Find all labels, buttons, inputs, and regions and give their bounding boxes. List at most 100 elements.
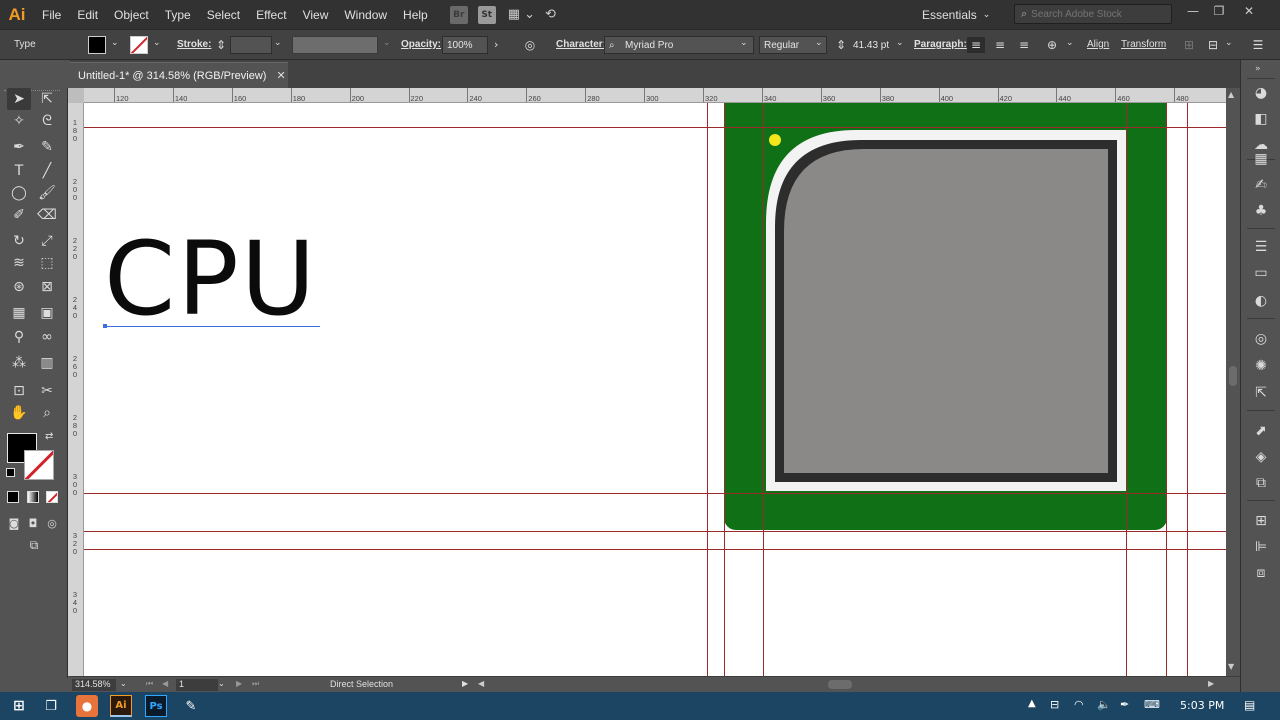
network-icon[interactable]: ⊟ [1050,698,1059,711]
free-transform-tool-icon[interactable]: ⬚ [35,252,59,274]
curvature-tool-icon[interactable]: ✎ [35,136,59,158]
stroke-label[interactable]: Stroke: [177,39,211,50]
vertical-scroll-thumb[interactable] [1229,366,1237,386]
photoshop-taskbar-icon[interactable]: Ps [145,695,167,717]
direct-selection-tool-icon[interactable]: ⇱ [35,88,59,110]
minimize-button[interactable]: — [1182,3,1204,19]
chevron-down-icon[interactable]: ⌄ [740,38,748,48]
menu-window[interactable]: Window [336,0,395,29]
brushes-panel-icon[interactable]: ✍ [1251,176,1271,194]
restore-button[interactable]: ❐ [1208,3,1230,19]
transparency-panel-icon[interactable]: ◐ [1251,292,1271,310]
isolate-icon[interactable]: ⊞ [1180,37,1198,53]
slice-tool-icon[interactable]: ✂ [35,380,59,402]
column-graph-tool-icon[interactable]: ▥ [35,352,59,374]
guide-vertical[interactable] [1126,103,1127,676]
mesh-tool-icon[interactable]: ▦ [7,302,31,324]
color-guide-panel-icon[interactable]: ◧ [1251,110,1271,128]
gradient-panel-icon[interactable]: ▭ [1251,264,1271,282]
workspace-switcher[interactable]: Essentials ⌄ [922,5,990,24]
chevron-down-icon[interactable]: ⌄ [153,38,161,48]
hand-tool-icon[interactable]: ✋ [7,402,31,424]
chevron-down-icon[interactable]: ⌄ [120,679,127,688]
chevron-down-icon[interactable]: ⌄ [111,38,119,48]
symbols-panel-icon[interactable]: ♣ [1251,202,1271,220]
font-size-stepper-icon[interactable]: ⇕ [832,37,850,53]
line-segment-tool-icon[interactable]: ╱ [35,160,59,182]
guide-vertical[interactable] [724,103,725,676]
selection-tool-icon[interactable]: ➤ [7,88,31,110]
next-artboard-icon[interactable]: ▶ [236,679,242,688]
variable-width-profile[interactable] [292,36,378,54]
stroke-weight-field[interactable] [230,36,272,54]
chevron-down-icon[interactable]: ⌄ [218,679,225,688]
fill-swatch[interactable] [88,36,106,54]
stroke-swatch[interactable] [130,36,148,54]
opacity-field[interactable]: 100% [442,36,488,54]
gradient-mode-icon[interactable] [27,491,39,503]
symbol-sprayer-tool-icon[interactable]: ⁂ [7,352,31,374]
lasso-tool-icon[interactable]: ᘓ [35,110,59,132]
chevron-down-icon[interactable]: ⌄ [1066,38,1074,48]
menu-help[interactable]: Help [395,0,436,29]
chevron-down-icon[interactable]: ⌄ [383,38,391,48]
stroke-panel-icon[interactable]: ☰ [1251,238,1271,256]
previous-artboard-icon[interactable]: ◀ [162,679,168,688]
stock-search-input[interactable] [1031,8,1162,20]
shape-builder-tool-icon[interactable]: ⊛ [7,276,31,298]
vertical-ruler[interactable]: 180 200 220 240 260 280 300 320 340 [68,103,84,676]
align-left-icon[interactable]: ≡ [967,37,985,53]
default-colors-icon[interactable] [6,468,15,477]
task-view-icon[interactable]: ❐ [40,695,62,717]
rotate-tool-icon[interactable]: ↻ [7,230,31,252]
stock-search[interactable]: ⌕ [1014,4,1172,24]
menu-effect[interactable]: Effect [248,0,294,29]
panel-menu-icon[interactable]: ☰ [1249,37,1267,53]
horizontal-ruler[interactable]: 120 140 160 180 200 220 240 260 280 300 320 340 360 3… [84,88,1226,103]
ruler-origin[interactable] [68,88,84,103]
draw-behind-icon[interactable]: ◘ [23,512,43,534]
first-artboard-icon[interactable]: ⏮ [146,679,153,689]
pin-one-marker[interactable] [769,134,781,146]
dock-collapse-icon[interactable]: » [1255,64,1261,74]
chevron-down-icon[interactable]: ⌄ [896,38,904,48]
gpu-performance-icon[interactable]: ⟲ [545,7,556,22]
scroll-left-icon[interactable]: ◀ [478,679,484,688]
eraser-tool-icon[interactable]: ⌫ [35,204,59,226]
transform-panel-link[interactable]: Transform [1121,39,1166,50]
stroke-stepper-icon[interactable]: ⇕ [212,37,230,53]
artboards-panel-icon[interactable]: ⧉ [1251,474,1271,492]
graphic-styles-panel-icon[interactable]: ✺ [1251,357,1271,375]
align-panel-link[interactable]: Align [1087,39,1109,50]
artboard-canvas[interactable]: CPU [84,103,1226,676]
notifications-icon[interactable]: ▤ [1244,698,1255,712]
chevron-down-icon[interactable]: ⌄ [274,38,282,48]
horizontal-scroll-thumb[interactable] [828,680,852,689]
firefox-taskbar-icon[interactable]: ● [76,695,98,717]
guide-vertical[interactable] [707,103,708,676]
artboard-tool-icon[interactable]: ⊡ [7,380,31,402]
swap-fill-stroke-icon[interactable]: ⇄ [45,431,53,442]
close-window-button[interactable]: ✕ [1238,3,1260,19]
illustrator-taskbar-icon[interactable]: Ai [110,695,132,717]
menu-object[interactable]: Object [106,0,157,29]
eyedropper-tool-icon[interactable]: ⚲ [7,326,31,348]
gradient-tool-icon[interactable]: ▣ [35,302,59,324]
layers-panel-icon[interactable]: ◈ [1251,448,1271,466]
keyboard-icon[interactable]: ⌨ [1144,698,1160,711]
scroll-down-icon[interactable]: ▼ [1228,662,1234,671]
align-center-icon[interactable]: ≡ [991,37,1009,53]
zoom-tool-icon[interactable]: ⌕ [35,402,59,424]
paintbrush-tool-icon[interactable]: 🖌 [35,182,59,204]
pathfinder-panel-icon[interactable]: ⧈ [1251,564,1271,582]
guide-horizontal[interactable] [84,127,1226,128]
pen-icon[interactable]: ✒ [1120,698,1129,711]
tray-expand-icon[interactable]: ▲ [1028,698,1036,709]
artboard-number-field[interactable]: 1 [176,679,218,691]
font-size-field[interactable]: 41.43 pt [849,36,893,54]
font-family-field[interactable]: ⌕ Myriad Pro [604,36,754,54]
app-taskbar-icon[interactable]: ✎ [180,695,202,717]
transform-panel-icon[interactable]: ⊞ [1251,512,1271,530]
chevron-right-icon[interactable]: › [494,38,498,51]
arrange-documents-icon[interactable]: ▦ ⌄ [508,7,535,22]
